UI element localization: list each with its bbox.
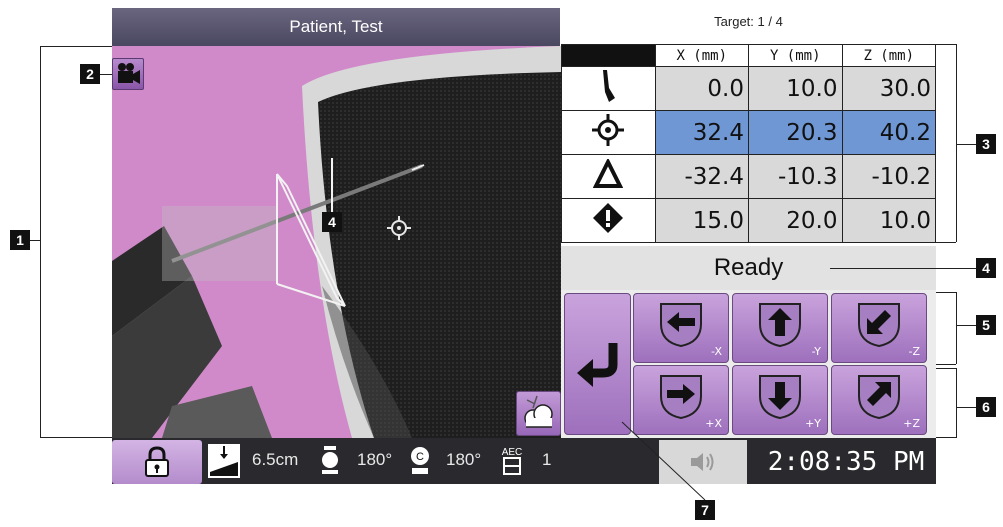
down-left-arrow-icon bbox=[858, 303, 900, 348]
up-right-arrow-icon bbox=[858, 375, 900, 420]
table-cell-z: 30.0 bbox=[841, 66, 936, 111]
table-cell-z: 40.2 bbox=[841, 110, 936, 155]
axis-label: -X bbox=[711, 345, 722, 358]
video-camera-icon bbox=[118, 63, 140, 84]
callout-3: 3 bbox=[976, 134, 996, 154]
needle-icon bbox=[561, 66, 656, 111]
table-cell-z: 10.0 bbox=[841, 198, 936, 243]
axis-label: +Z bbox=[903, 417, 920, 430]
left-arrow-icon bbox=[660, 303, 702, 348]
gantry-angle: 180° bbox=[357, 450, 393, 469]
table-cell-y: 20.0 bbox=[748, 198, 843, 243]
padlock-icon bbox=[145, 446, 169, 477]
callout-4-view: 4 bbox=[322, 212, 342, 232]
clock: 2:08:35 PM bbox=[767, 447, 925, 477]
table-cell-y: 20.3 bbox=[748, 110, 843, 155]
table-row-limits[interactable]: 15.0 20.0 10.0 bbox=[561, 198, 936, 243]
warning-diamond-icon bbox=[561, 198, 656, 243]
delta-icon bbox=[561, 154, 656, 199]
callout-1: 1 bbox=[10, 230, 30, 250]
aec-icon: AEC bbox=[502, 447, 523, 475]
right-arrow-icon bbox=[660, 375, 702, 420]
table-cell-z: -10.2 bbox=[841, 154, 936, 199]
cloud-icon bbox=[524, 395, 553, 428]
column-header-z: Z (mm) bbox=[841, 44, 936, 67]
motion-control-panel: -X -Y -Z +X +Y +Z bbox=[561, 290, 936, 438]
compression-thickness-icon bbox=[208, 444, 240, 478]
table-cell-x: -32.4 bbox=[654, 154, 749, 199]
axis-label: -Y bbox=[811, 345, 821, 358]
patient-header: Patient, Test bbox=[112, 8, 560, 46]
compression-thickness: 6.5cm bbox=[252, 450, 299, 469]
camera-view-button[interactable] bbox=[112, 58, 144, 90]
axis-label: +Y bbox=[805, 417, 821, 430]
target-value: 1 / 4 bbox=[757, 14, 783, 29]
target-label: Target: bbox=[714, 14, 754, 29]
table-row-difference[interactable]: -32.4 -10.3 -10.2 bbox=[561, 154, 936, 199]
table-cell-y: 10.0 bbox=[748, 66, 843, 111]
callout-2: 2 bbox=[80, 64, 100, 84]
gantry-rotation-icon bbox=[322, 446, 338, 474]
table-cell-y: -10.3 bbox=[748, 154, 843, 199]
return-arrow-icon bbox=[577, 343, 618, 387]
c-arm-angle: 180° bbox=[446, 450, 482, 469]
3d-biopsy-view[interactable] bbox=[112, 46, 561, 438]
svg-text:C: C bbox=[416, 451, 424, 463]
table-cell-x: 32.4 bbox=[654, 110, 749, 155]
svg-text:AEC: AEC bbox=[502, 447, 523, 458]
table-header-row: X (mm) Y (mm) Z (mm) bbox=[561, 44, 936, 67]
back-button[interactable] bbox=[564, 293, 631, 435]
callout-5: 5 bbox=[976, 315, 996, 335]
move-plus-z-button[interactable]: +Z bbox=[831, 365, 927, 435]
callout-7: 7 bbox=[695, 500, 715, 520]
down-arrow-icon bbox=[759, 375, 801, 420]
up-arrow-icon bbox=[759, 303, 801, 348]
table-corner bbox=[561, 44, 656, 67]
target-indicator: Target: 1 / 4 bbox=[561, 14, 936, 29]
move-minus-z-button[interactable]: -Z bbox=[831, 293, 927, 363]
table-row-current-position[interactable]: 0.0 10.0 30.0 bbox=[561, 66, 936, 111]
move-minus-y-button[interactable]: -Y bbox=[732, 293, 828, 363]
move-plus-y-button[interactable]: +Y bbox=[732, 365, 828, 435]
3d-scene bbox=[112, 46, 561, 438]
column-header-y: Y (mm) bbox=[748, 44, 843, 67]
axis-label: -Z bbox=[908, 345, 920, 358]
table-cell-x: 15.0 bbox=[654, 198, 749, 243]
table-cell-x: 0.0 bbox=[654, 66, 749, 111]
callout-6: 6 bbox=[976, 397, 996, 417]
table-row-target[interactable]: 32.4 20.3 40.2 bbox=[561, 110, 936, 155]
lock-button[interactable] bbox=[112, 440, 202, 484]
column-header-x: X (mm) bbox=[654, 44, 749, 67]
aec-value: 1 bbox=[542, 450, 552, 469]
target-coordinates-table: X (mm) Y (mm) Z (mm) 0.0 10.0 30.0 32.4 … bbox=[561, 44, 936, 243]
c-arm-angle-icon: C bbox=[411, 447, 429, 474]
callout-4: 4 bbox=[976, 258, 996, 278]
scene-toggle-button[interactable] bbox=[516, 391, 561, 436]
move-minus-x-button[interactable]: -X bbox=[633, 293, 729, 363]
crosshair-target-icon bbox=[561, 110, 656, 155]
